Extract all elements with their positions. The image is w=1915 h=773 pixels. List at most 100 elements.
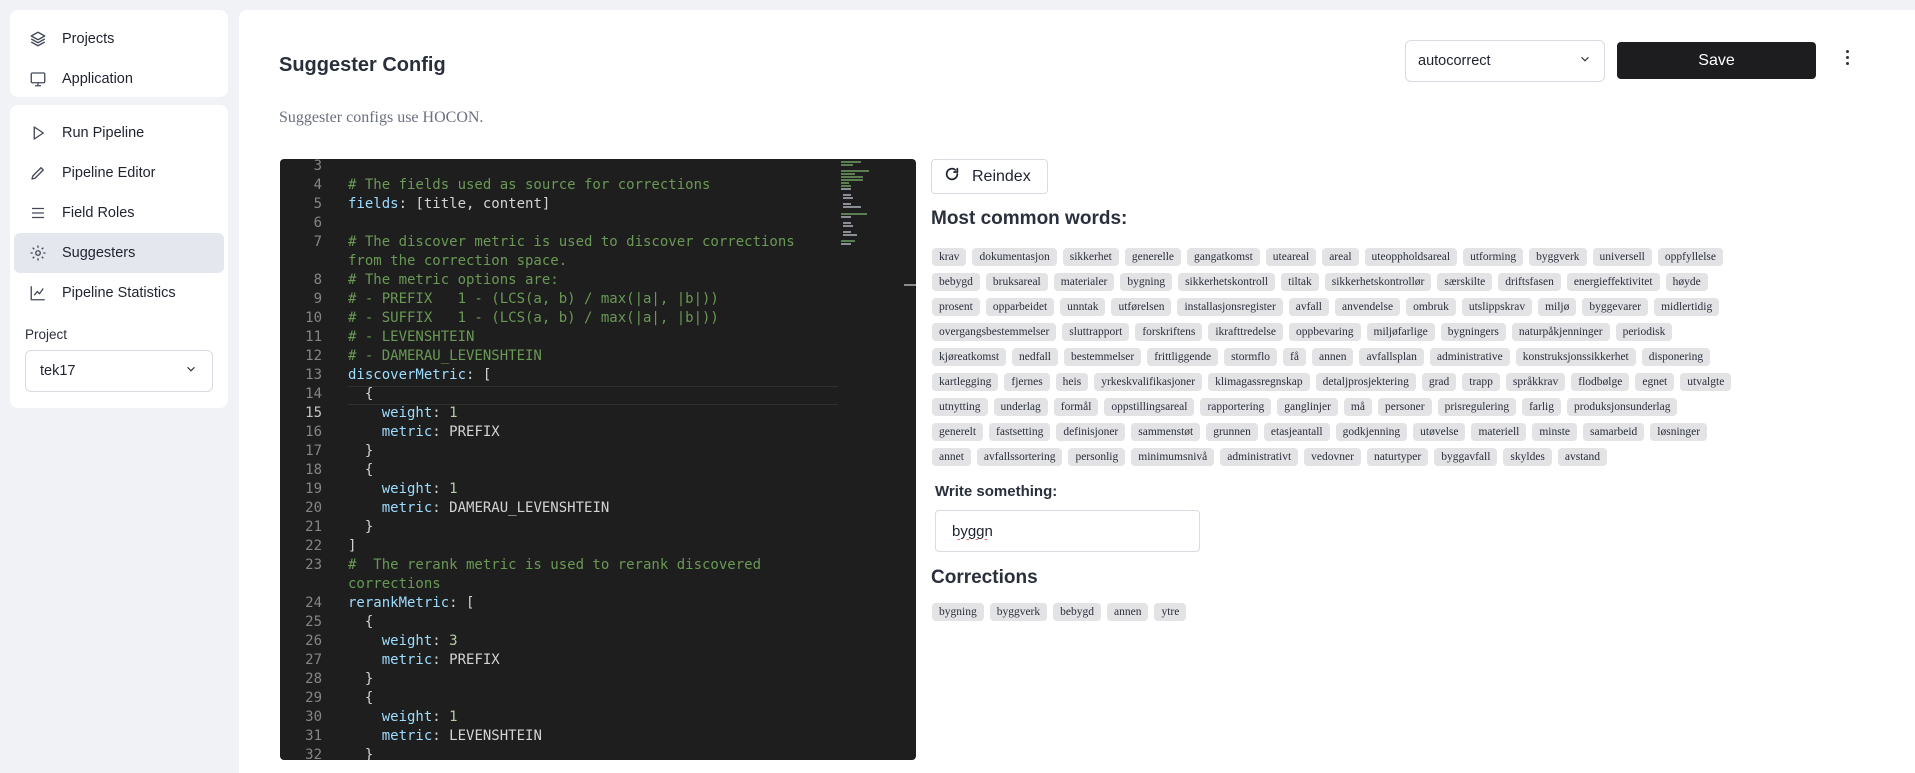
- sidebar-item-field-roles[interactable]: Field Roles: [14, 193, 224, 233]
- common-word-chip[interactable]: få: [1283, 348, 1306, 366]
- common-word-chip[interactable]: avfallsplan: [1359, 348, 1424, 366]
- common-word-chip[interactable]: fastsetting: [989, 423, 1051, 441]
- common-word-chip[interactable]: konstruksjonssikkerhet: [1515, 348, 1636, 366]
- common-word-chip[interactable]: miljøfarlige: [1366, 323, 1435, 341]
- common-word-chip[interactable]: grad: [1421, 373, 1457, 391]
- common-word-chip[interactable]: minste: [1532, 423, 1578, 441]
- project-select[interactable]: tek17: [25, 350, 213, 392]
- common-word-chip[interactable]: prosent: [932, 298, 980, 316]
- common-word-chip[interactable]: uteoppholdsareal: [1364, 248, 1458, 266]
- common-word-chip[interactable]: overgangsbestemmelser: [932, 323, 1057, 341]
- common-word-chip[interactable]: produksjonsunderlag: [1566, 398, 1678, 416]
- common-word-chip[interactable]: annen: [1311, 348, 1354, 366]
- reindex-button[interactable]: Reindex: [931, 159, 1048, 194]
- common-word-chip[interactable]: samarbeid: [1583, 423, 1645, 441]
- common-word-chip[interactable]: avfallssortering: [976, 448, 1063, 466]
- common-word-chip[interactable]: heis: [1055, 373, 1089, 391]
- common-word-chip[interactable]: sikkerhet: [1062, 248, 1119, 266]
- common-word-chip[interactable]: godkjenning: [1335, 423, 1408, 441]
- common-word-chip[interactable]: bygningers: [1440, 323, 1506, 341]
- common-word-chip[interactable]: annet: [932, 448, 971, 466]
- common-word-chip[interactable]: grunnen: [1206, 423, 1258, 441]
- common-word-chip[interactable]: bestemmelser: [1063, 348, 1142, 366]
- common-word-chip[interactable]: anvendelse: [1334, 298, 1401, 316]
- common-word-chip[interactable]: miljø: [1538, 298, 1577, 316]
- common-word-chip[interactable]: uteareal: [1265, 248, 1317, 266]
- common-word-chip[interactable]: detaljprosjektering: [1315, 373, 1416, 391]
- common-word-chip[interactable]: bygning: [1120, 273, 1173, 291]
- common-word-chip[interactable]: disponering: [1641, 348, 1711, 366]
- sidebar-item-projects[interactable]: Projects: [14, 19, 224, 59]
- common-word-chip[interactable]: utøvelse: [1413, 423, 1466, 441]
- common-word-chip[interactable]: løsninger: [1650, 423, 1708, 441]
- common-word-chip[interactable]: særskilte: [1437, 273, 1493, 291]
- common-word-chip[interactable]: flodbølge: [1571, 373, 1630, 391]
- common-word-chip[interactable]: personlig: [1068, 448, 1126, 466]
- editor-scrollbar[interactable]: [904, 284, 916, 286]
- common-word-chip[interactable]: areal: [1322, 248, 1359, 266]
- common-word-chip[interactable]: universell: [1592, 248, 1652, 266]
- common-word-chip[interactable]: midlertidig: [1654, 298, 1720, 316]
- common-word-chip[interactable]: trapp: [1462, 373, 1500, 391]
- common-word-chip[interactable]: frittliggende: [1147, 348, 1219, 366]
- common-word-chip[interactable]: språkkrav: [1505, 373, 1566, 391]
- common-word-chip[interactable]: driftsfasen: [1498, 273, 1561, 291]
- common-word-chip[interactable]: materialer: [1053, 273, 1115, 291]
- editor-minimap[interactable]: [839, 159, 909, 249]
- correction-chip[interactable]: ytre: [1154, 603, 1187, 621]
- sidebar-item-suggesters[interactable]: Suggesters: [14, 233, 224, 273]
- common-word-chip[interactable]: høyde: [1665, 273, 1708, 291]
- common-word-chip[interactable]: sikkerhetskontroll: [1178, 273, 1276, 291]
- common-word-chip[interactable]: generelle: [1124, 248, 1182, 266]
- correction-chip[interactable]: bebygd: [1053, 603, 1101, 621]
- correction-chip[interactable]: byggverk: [989, 603, 1048, 621]
- common-word-chip[interactable]: unntak: [1060, 298, 1106, 316]
- common-word-chip[interactable]: installasjonsregister: [1177, 298, 1283, 316]
- common-word-chip[interactable]: nedfall: [1012, 348, 1058, 366]
- common-word-chip[interactable]: personer: [1377, 398, 1432, 416]
- common-word-chip[interactable]: minimumsnivå: [1131, 448, 1215, 466]
- common-word-chip[interactable]: prisregulering: [1437, 398, 1517, 416]
- common-word-chip[interactable]: sikkerhetskontrollør: [1324, 273, 1432, 291]
- common-word-chip[interactable]: tiltak: [1281, 273, 1319, 291]
- common-word-chip[interactable]: generelt: [932, 423, 984, 441]
- common-word-chip[interactable]: farlig: [1522, 398, 1561, 416]
- common-word-chip[interactable]: sluttrapport: [1062, 323, 1130, 341]
- common-word-chip[interactable]: rapportering: [1200, 398, 1272, 416]
- common-word-chip[interactable]: byggavfall: [1434, 448, 1498, 466]
- save-button[interactable]: Save: [1617, 42, 1816, 79]
- correction-chip[interactable]: annen: [1107, 603, 1149, 621]
- sidebar-item-application[interactable]: Application: [14, 59, 224, 99]
- common-word-chip[interactable]: etasjeantall: [1263, 423, 1330, 441]
- common-word-chip[interactable]: forskriftens: [1135, 323, 1203, 341]
- common-word-chip[interactable]: vedovner: [1304, 448, 1361, 466]
- common-word-chip[interactable]: periodisk: [1615, 323, 1673, 341]
- common-word-chip[interactable]: energieffektivitet: [1566, 273, 1660, 291]
- common-word-chip[interactable]: materiell: [1471, 423, 1527, 441]
- common-word-chip[interactable]: naturpåkjenninger: [1511, 323, 1610, 341]
- sidebar-item-pipeline-statistics[interactable]: Pipeline Statistics: [14, 273, 224, 313]
- common-word-chip[interactable]: utvalgte: [1680, 373, 1732, 391]
- common-word-chip[interactable]: utslippskrav: [1461, 298, 1533, 316]
- common-word-chip[interactable]: bruksareal: [985, 273, 1048, 291]
- common-word-chip[interactable]: bebygd: [932, 273, 980, 291]
- common-word-chip[interactable]: formål: [1053, 398, 1099, 416]
- common-word-chip[interactable]: kjøreatkomst: [932, 348, 1007, 366]
- common-word-chip[interactable]: gangatkomst: [1187, 248, 1260, 266]
- common-word-chip[interactable]: oppbevaring: [1289, 323, 1361, 341]
- common-word-chip[interactable]: definisjoner: [1056, 423, 1126, 441]
- common-word-chip[interactable]: avfall: [1288, 298, 1329, 316]
- common-word-chip[interactable]: ikrafttredelse: [1208, 323, 1284, 341]
- sidebar-item-run-pipeline[interactable]: Run Pipeline: [14, 113, 224, 153]
- common-word-chip[interactable]: administrativt: [1220, 448, 1299, 466]
- common-word-chip[interactable]: yrkeskvalifikasjoner: [1094, 373, 1203, 391]
- common-word-chip[interactable]: underlag: [993, 398, 1048, 416]
- common-word-chip[interactable]: oppstillingsareal: [1104, 398, 1195, 416]
- common-word-chip[interactable]: fjernes: [1004, 373, 1050, 391]
- common-word-chip[interactable]: oppfyllelse: [1657, 248, 1723, 266]
- sidebar-item-pipeline-editor[interactable]: Pipeline Editor: [14, 153, 224, 193]
- write-input[interactable]: [935, 510, 1200, 552]
- common-word-chip[interactable]: utforming: [1463, 248, 1524, 266]
- common-word-chip[interactable]: klimagassregnskap: [1208, 373, 1310, 391]
- more-options-icon[interactable]: [1842, 50, 1852, 72]
